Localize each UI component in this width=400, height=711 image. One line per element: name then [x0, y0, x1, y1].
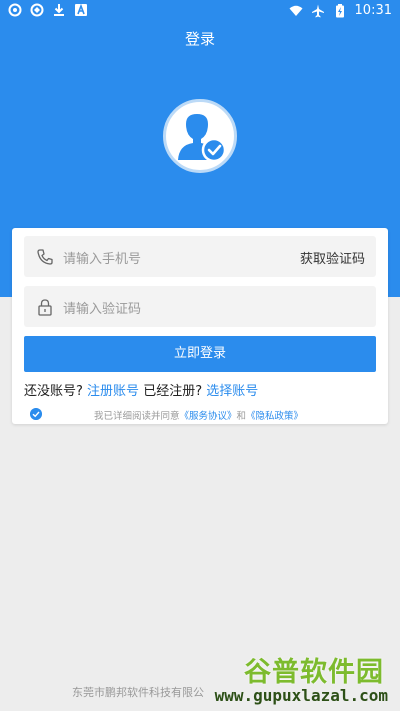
a-app-icon: [75, 3, 87, 16]
phone-placeholder: 请输入手机号: [63, 252, 142, 267]
get-code-button[interactable]: 获取验证码: [300, 248, 365, 267]
user-verified-icon: [178, 114, 227, 163]
status-time: 10:31: [354, 3, 392, 18]
wifi-icon: [289, 5, 303, 16]
battery-charging-icon: [335, 3, 344, 17]
code-field[interactable]: 请输入验证码: [24, 286, 376, 327]
privacy-policy-link[interactable]: 《隐私政策》: [246, 411, 303, 422]
page-title: 登录: [184, 30, 215, 48]
register-prompt: 还没账号?: [24, 384, 83, 399]
phone-field[interactable]: 请输入手机号 获取验证码: [24, 236, 376, 277]
app-notification-icon: [8, 3, 22, 17]
registered-prompt: 已经注册?: [143, 384, 203, 399]
watermark-url: www.gupuxlazal.com: [214, 686, 388, 705]
login-card: 请输入手机号 获取验证码 请输入验证码 立即登录 还没账号? 注册账号 已经注册…: [12, 228, 388, 424]
agreement-row: 我已详细阅读并同意《服务协议》和《隐私政策》: [30, 408, 376, 422]
company-name: 东莞市鹏邦软件科技有限公: [72, 686, 204, 699]
register-link[interactable]: 注册账号: [87, 384, 139, 399]
watermark-title: 谷普软件园: [244, 657, 384, 688]
download-icon: [54, 4, 64, 16]
watermark: 谷普软件园 www.gupuxlazal.com: [214, 650, 396, 708]
code-placeholder: 请输入验证码: [63, 302, 142, 317]
choose-account-link[interactable]: 选择账号: [206, 384, 258, 399]
login-button[interactable]: 立即登录: [24, 336, 376, 372]
account-links: 还没账号? 注册账号 已经注册? 选择账号: [24, 380, 258, 399]
agreement-and: 和: [236, 411, 247, 422]
app-notification-icon-2: [30, 3, 44, 17]
agreement-prefix: 我已详细阅读并同意: [94, 411, 180, 422]
airplane-icon: [311, 4, 324, 17]
avatar: [163, 99, 237, 173]
phone-icon: [37, 249, 53, 265]
agreement-checkbox[interactable]: [30, 408, 42, 420]
status-bar: 10:31: [0, 0, 400, 22]
lock-icon: [38, 299, 52, 316]
service-agreement-link[interactable]: 《服务协议》: [180, 411, 237, 422]
